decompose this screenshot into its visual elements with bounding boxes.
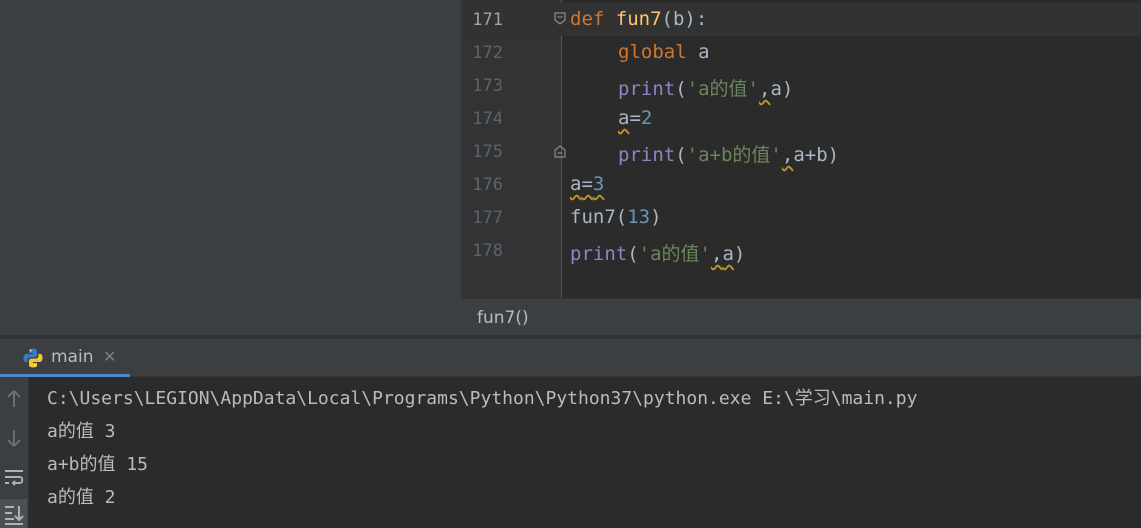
console-line: a的值 3 [47, 421, 116, 442]
line-number: 172 [472, 43, 503, 63]
code-text: fun7(13) [570, 206, 662, 228]
soft-wrap-icon[interactable] [2, 465, 26, 489]
code-text: global a [618, 41, 710, 63]
breadcrumb[interactable]: fun7() [477, 308, 529, 328]
code-line[interactable]: 174 a=2 [461, 102, 1141, 135]
line-number: 173 [472, 76, 503, 96]
arrow-up-icon[interactable] [2, 387, 26, 411]
fold-end-icon[interactable] [553, 144, 567, 158]
code-line[interactable]: 178 print('a的值',a) [461, 234, 1141, 267]
console-line: a的值 2 [47, 487, 116, 508]
scroll-to-end-icon[interactable] [2, 502, 26, 526]
code-line[interactable]: 171 def fun7(b): [461, 3, 1141, 36]
code-text: print('a的值',a) [618, 78, 794, 100]
code-text: print('a+b的值',a+b) [618, 144, 840, 166]
code-line[interactable]: 176 a=3 [461, 168, 1141, 201]
code-line[interactable]: 177 fun7(13) [461, 201, 1141, 234]
line-number: 174 [472, 109, 503, 129]
tab-label: main [51, 347, 94, 367]
line-number: 175 [472, 142, 503, 162]
code-text: a=2 [618, 107, 653, 129]
line-number: 177 [472, 208, 503, 228]
code-text: def fun7(b): [570, 8, 708, 30]
line-number: 176 [472, 175, 503, 195]
breadcrumb-bar: fun7() [461, 298, 1141, 336]
run-toolbar [0, 377, 29, 528]
code-editor[interactable]: 171 def fun7(b): 172 global a 173 print(… [461, 0, 1141, 298]
tab-main[interactable]: main ✕ [0, 339, 130, 377]
fold-collapse-icon[interactable] [553, 12, 567, 26]
console-output[interactable]: C:\Users\LEGION\AppData\Local\Programs\P… [29, 377, 1141, 528]
run-tool-window-header: main ✕ [0, 339, 1141, 377]
code-line[interactable]: 173 print('a的值',a) [461, 69, 1141, 102]
console-line: C:\Users\LEGION\AppData\Local\Programs\P… [47, 388, 918, 409]
close-icon[interactable]: ✕ [103, 347, 116, 366]
python-icon [23, 348, 43, 368]
code-line[interactable]: 175 print('a+b的值',a+b) [461, 135, 1141, 168]
code-text: print('a的值',a) [570, 243, 746, 265]
code-text: a=3 [570, 173, 605, 195]
console-line: a+b的值 15 [47, 454, 149, 475]
arrow-down-icon[interactable] [2, 426, 26, 450]
project-pane [0, 0, 461, 335]
code-line[interactable]: 172 global a [461, 36, 1141, 69]
line-number: 178 [472, 241, 503, 261]
line-number: 171 [472, 10, 503, 30]
